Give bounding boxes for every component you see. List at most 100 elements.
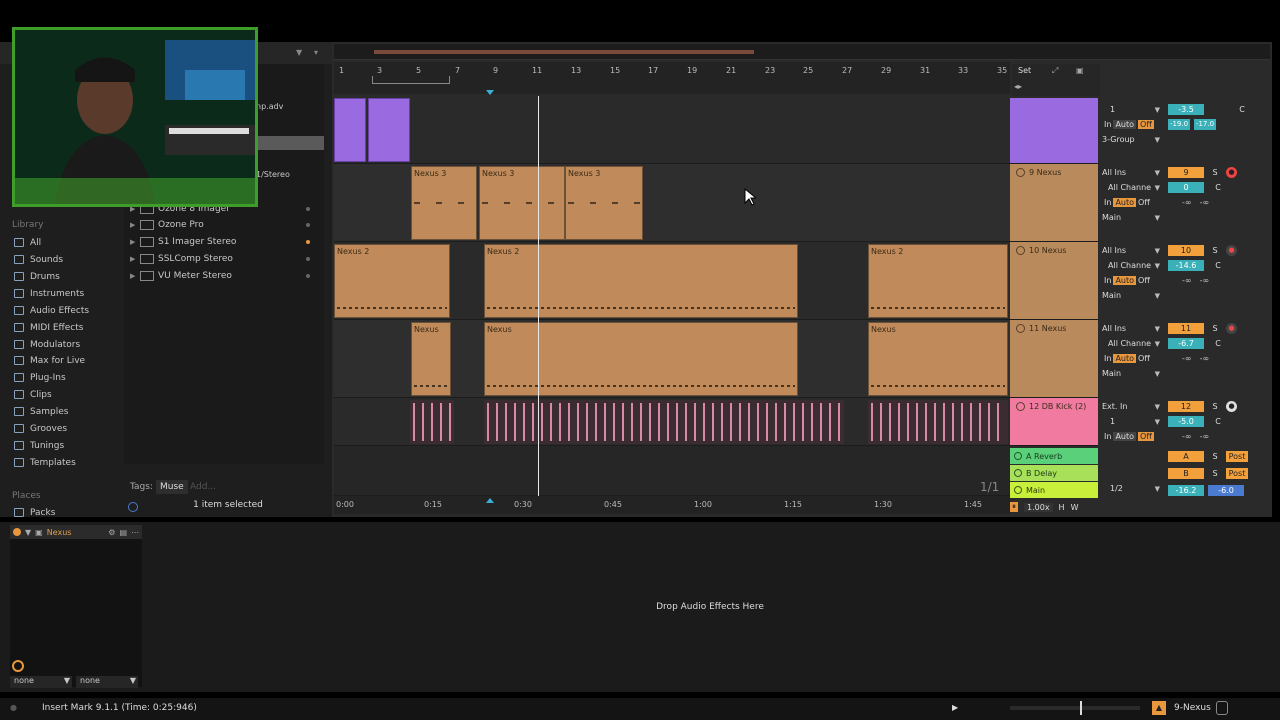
volume-field[interactable]: -14.6 <box>1168 260 1204 271</box>
library-item-instruments[interactable]: Instruments <box>14 285 84 302</box>
auto-button[interactable]: Auto <box>1113 432 1137 441</box>
pan-field[interactable]: C <box>1232 105 1252 114</box>
device-icon[interactable]: ▣ <box>35 528 43 537</box>
input-select[interactable]: All Ins ▼ <box>1100 321 1164 336</box>
output-select[interactable]: 3-Group ▼ <box>1100 132 1164 147</box>
file-fragment-advanced[interactable]: np.adv <box>256 102 283 111</box>
tag-add[interactable]: Add... <box>190 482 216 492</box>
track-name[interactable]: 11 Nexus <box>1029 324 1066 333</box>
main-volume-field[interactable]: -16.2 <box>1168 485 1204 496</box>
input-select[interactable]: All Ins ▼ <box>1100 165 1164 180</box>
plugin-ozone-pro[interactable]: ▶ Ozone Pro <box>130 217 320 233</box>
expand-icon[interactable]: ⤢ <box>1052 66 1058 76</box>
options-icon[interactable] <box>306 223 310 227</box>
expand-arrow-icon[interactable]: ▶ <box>130 272 140 280</box>
w-toggle[interactable]: W <box>1071 503 1079 512</box>
library-item-samples[interactable]: Samples <box>14 403 68 420</box>
solo-button[interactable]: S <box>1208 468 1222 479</box>
midi-clip[interactable]: Nexus <box>411 322 451 396</box>
track-header-10-nexus[interactable]: 10 Nexus <box>1010 242 1098 320</box>
places-item-packs[interactable]: Packs <box>14 504 55 521</box>
library-item-templates[interactable]: Templates <box>14 454 76 471</box>
send-value[interactable]: -∞ <box>1200 354 1210 363</box>
auto-button[interactable]: Auto <box>1113 276 1137 285</box>
fold-icon[interactable] <box>1016 168 1025 177</box>
more-icon[interactable]: ⋯ <box>131 528 139 537</box>
play-icon[interactable] <box>1014 486 1022 494</box>
library-item-plug-ins[interactable]: Plug-Ins <box>14 369 66 386</box>
track-activator[interactable]: 9 <box>1168 167 1204 178</box>
output-select[interactable]: Main ▼ <box>1100 288 1164 303</box>
main-volume-field-2[interactable]: -6.0 <box>1208 485 1244 496</box>
track-activator[interactable]: 11 <box>1168 323 1204 334</box>
warning-icon[interactable]: ▲ <box>1152 701 1166 715</box>
post-button[interactable]: Post <box>1226 468 1248 479</box>
options-icon[interactable] <box>306 274 310 278</box>
file-fragment-stereo[interactable]: 1/Stereo <box>256 170 290 179</box>
favorite-icon[interactable] <box>306 240 310 244</box>
track-header-11-nexus[interactable]: 11 Nexus <box>1010 320 1098 398</box>
arrow-left-right-icon[interactable]: ◂▸ <box>1014 82 1022 91</box>
arm-icon[interactable]: ● <box>1226 167 1237 178</box>
library-item-audio-effects[interactable]: Audio Effects <box>14 302 89 319</box>
plugin-sslcomp-stereo[interactable]: ▶ SSLComp Stereo <box>130 251 320 267</box>
knob-icon[interactable] <box>12 660 24 672</box>
drop-hint[interactable]: Drop Audio Effects Here <box>600 602 820 612</box>
selected-track-label[interactable]: 9-Nexus <box>1174 703 1211 713</box>
pan-field[interactable]: C <box>1208 261 1228 270</box>
volume-field[interactable]: 0 <box>1168 182 1204 193</box>
send-value[interactable]: -∞ <box>1182 354 1192 363</box>
options-icon[interactable] <box>306 207 310 211</box>
channel-select[interactable]: All Channe ▼ <box>1100 336 1164 351</box>
library-item-drums[interactable]: Drums <box>14 268 60 285</box>
plugin-vu-meter-stereo[interactable]: ▶ VU Meter Stereo <box>130 268 320 284</box>
send-value[interactable]: -∞ <box>1200 432 1210 441</box>
volume-field[interactable]: -3.5 <box>1168 104 1204 115</box>
midi-clip[interactable]: Nexus 2 <box>484 244 798 318</box>
tempo-follow-icon[interactable]: ⏸ <box>1010 502 1018 512</box>
device-select-right[interactable]: none ▼ <box>76 676 138 688</box>
off-button[interactable]: Off <box>1138 354 1150 363</box>
send-value[interactable]: -∞ <box>1182 198 1192 207</box>
tag-muse[interactable]: Muse <box>156 480 188 494</box>
fold-icon[interactable] <box>1016 402 1025 411</box>
audio-clip[interactable] <box>368 98 410 162</box>
midi-clip[interactable]: Nexus 2 <box>334 244 450 318</box>
arm-icon[interactable]: ● <box>1226 245 1237 256</box>
input-select[interactable]: Ext. In ▼ <box>1100 399 1164 414</box>
solo-button[interactable]: S <box>1208 167 1222 178</box>
auto-button[interactable]: Auto <box>1113 198 1137 207</box>
output-select[interactable]: Main ▼ <box>1100 366 1164 381</box>
off-button[interactable]: Off <box>1138 120 1154 129</box>
channel-select[interactable]: All Channe ▼ <box>1100 180 1164 195</box>
output-select[interactable]: Main ▼ <box>1100 210 1164 225</box>
in-button[interactable]: In <box>1104 198 1111 207</box>
play-icon[interactable] <box>1014 452 1022 460</box>
arrangement-overview[interactable] <box>334 44 1270 60</box>
menu-icon[interactable]: ▾ <box>314 48 318 57</box>
main-output-select[interactable]: 1/2 ▼ <box>1100 481 1164 496</box>
scroll-handle[interactable] <box>1080 701 1082 715</box>
post-button[interactable]: Post <box>1226 451 1248 462</box>
in-button[interactable]: In <box>1104 354 1111 363</box>
channel-select[interactable]: All Channe ▼ <box>1100 258 1164 273</box>
send-value[interactable]: -∞ <box>1182 276 1192 285</box>
solo-button[interactable]: S <box>1208 323 1222 334</box>
solo-button[interactable]: S <box>1208 451 1222 462</box>
expand-arrow-icon[interactable]: ▶ <box>130 255 140 263</box>
library-item-modulators[interactable]: Modulators <box>14 336 80 353</box>
send-value[interactable]: -∞ <box>1182 432 1192 441</box>
track-header-12-db-kick[interactable]: 12 DB Kick (2) <box>1010 398 1098 446</box>
expand-arrow-icon[interactable]: ▶ <box>130 221 140 229</box>
volume-field[interactable]: -5.0 <box>1168 416 1204 427</box>
send-value[interactable]: -∞ <box>1200 198 1210 207</box>
play-icon[interactable]: ▶ <box>952 703 958 712</box>
return-activator[interactable]: B <box>1168 468 1204 479</box>
chevron-down-icon[interactable]: ▼ <box>296 48 302 57</box>
audio-clip[interactable] <box>334 98 366 162</box>
return-a-reverb[interactable]: A Reverb <box>1010 448 1098 464</box>
library-item-all[interactable]: All <box>14 234 41 251</box>
device-select-left[interactable]: none ▼ <box>10 676 72 688</box>
solo-button[interactable]: S <box>1208 245 1222 256</box>
track-header-group[interactable] <box>1010 98 1098 164</box>
